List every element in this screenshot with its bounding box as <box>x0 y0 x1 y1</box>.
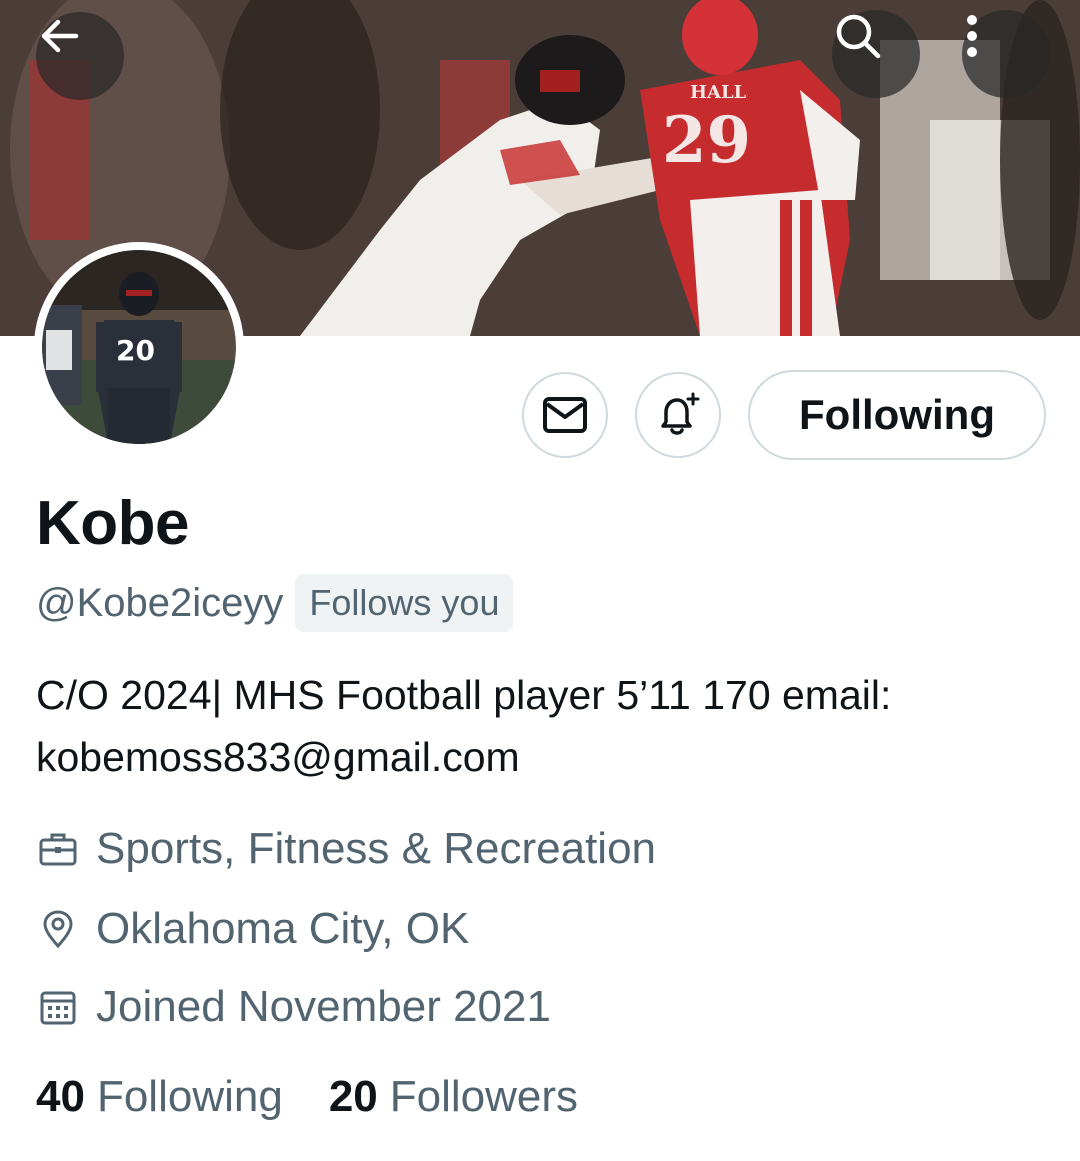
profile-avatar[interactable]: 20 <box>34 242 244 452</box>
bio-email-link[interactable]: kobemoss833@gmail.com <box>36 726 1046 788</box>
handle-row: @Kobe2iceyy Follows you <box>36 574 514 632</box>
followers-label: Followers <box>389 1072 579 1121</box>
arrow-left-icon <box>41 19 79 53</box>
bell-plus-icon <box>661 392 700 435</box>
location-text: Oklahoma City, OK <box>96 904 470 953</box>
banner-jersey-name: HALL <box>690 82 747 103</box>
profile-stats: 40 Following 20 Followers <box>36 1072 624 1122</box>
followers-stat[interactable]: 20 Followers <box>329 1072 578 1122</box>
back-button[interactable] <box>36 12 124 100</box>
following-button[interactable]: Following <box>748 370 1046 460</box>
notifications-button[interactable] <box>635 372 721 458</box>
profile-joined: Joined November 2021 <box>36 982 551 1032</box>
more-options-button[interactable] <box>962 10 1050 98</box>
profile-location: Oklahoma City, OK <box>36 904 469 954</box>
envelope-icon <box>543 397 587 433</box>
calendar-icon <box>36 985 80 1029</box>
follows-you-badge: Follows you <box>295 574 514 632</box>
following-label: Following <box>96 1072 283 1121</box>
bio-line: C/O 2024| MHS Football player 5’11 170 e… <box>36 672 892 718</box>
profile-handle: @Kobe2iceyy <box>36 580 284 625</box>
profile-category: Sports, Fitness & Recreation <box>36 824 656 874</box>
location-pin-icon <box>36 907 80 951</box>
banner-jersey-number: 29 <box>662 103 751 178</box>
message-button[interactable] <box>522 372 608 458</box>
briefcase-icon <box>36 827 80 871</box>
search-icon <box>836 14 881 59</box>
avatar-jersey-number: 20 <box>116 334 155 367</box>
following-count: 40 <box>36 1072 85 1121</box>
profile-bio: C/O 2024| MHS Football player 5’11 170 e… <box>36 664 1046 788</box>
search-button[interactable] <box>832 10 920 98</box>
profile-name: Kobe <box>36 489 190 558</box>
avatar-photo: 20 <box>42 250 236 444</box>
category-text: Sports, Fitness & Recreation <box>96 824 657 873</box>
following-stat[interactable]: 40 Following <box>36 1072 283 1122</box>
more-vertical-icon <box>967 15 977 57</box>
joined-text: Joined November 2021 <box>96 982 551 1031</box>
followers-count: 20 <box>328 1072 378 1121</box>
